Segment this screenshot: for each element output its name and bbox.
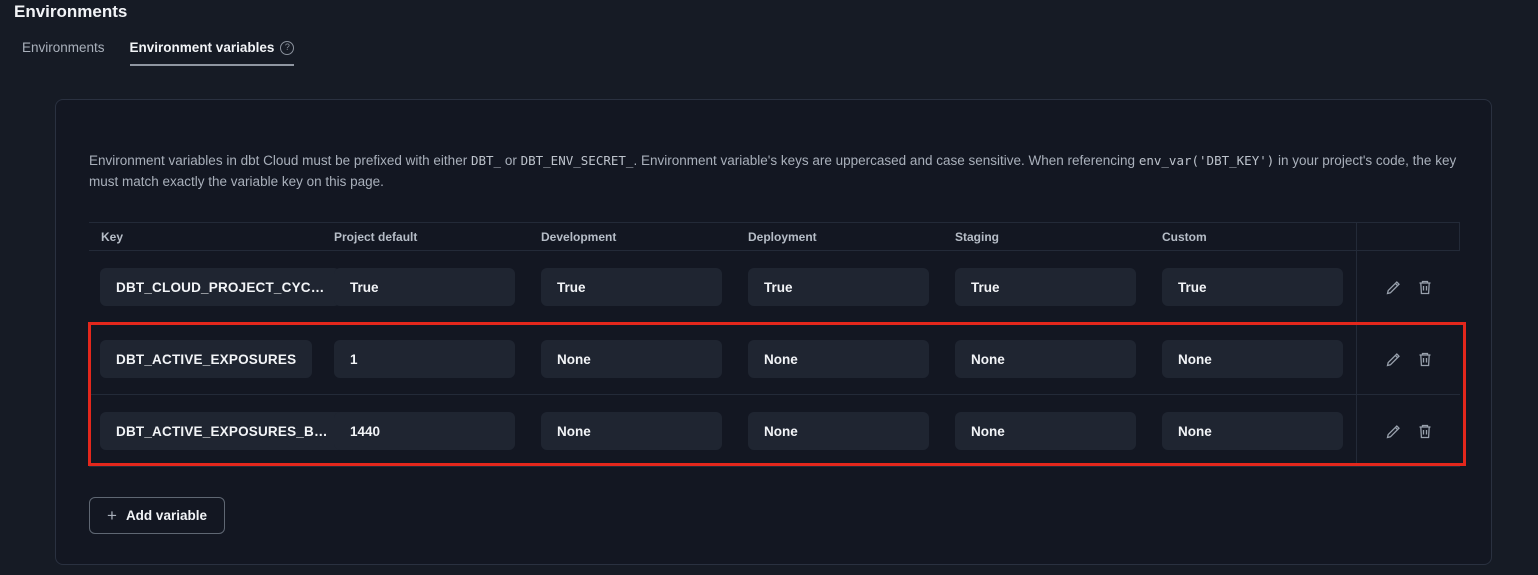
table-header-row: Key Project default Development Deployme… [89, 222, 1460, 251]
value-project-default[interactable]: 1440 [334, 412, 515, 450]
value-project-default[interactable]: 1 [334, 340, 515, 378]
plus-icon: + [107, 507, 117, 524]
value-staging[interactable]: True [955, 268, 1136, 306]
value-development[interactable]: None [541, 412, 722, 450]
add-variable-button[interactable]: + Add variable [89, 497, 225, 534]
code-env-var-example: env_var('DBT_KEY') [1139, 153, 1274, 168]
value-deployment[interactable]: True [748, 268, 929, 306]
env-vars-table: Key Project default Development Deployme… [89, 222, 1460, 467]
edit-pencil-icon[interactable] [1385, 423, 1402, 440]
header-deployment: Deployment [748, 230, 955, 244]
code-dbt-env-secret-prefix: DBT_ENV_SECRET_ [521, 153, 634, 168]
add-variable-label: Add variable [126, 508, 207, 523]
help-icon[interactable]: ? [280, 41, 294, 55]
table-body: DBT_CLOUD_PROJECT_CYC… True True True Tr… [89, 251, 1460, 467]
value-development[interactable]: True [541, 268, 722, 306]
tab-environment-variables-label: Environment variables [130, 40, 275, 55]
value-custom[interactable]: None [1162, 340, 1343, 378]
env-vars-card: Environment variables in dbt Cloud must … [55, 99, 1492, 565]
code-dbt-prefix: DBT_ [471, 153, 501, 168]
table-row: DBT_ACTIVE_EXPOSURES_B… 1440 None None N… [89, 395, 1460, 467]
value-staging[interactable]: None [955, 412, 1136, 450]
value-custom[interactable]: None [1162, 412, 1343, 450]
value-project-default[interactable]: True [334, 268, 515, 306]
header-staging: Staging [955, 230, 1162, 244]
page-title: Environments [14, 1, 127, 23]
tab-environment-variables[interactable]: Environment variables ? [130, 40, 295, 66]
edit-pencil-icon[interactable] [1385, 279, 1402, 296]
tab-environments-label: Environments [22, 40, 105, 55]
table-row: DBT_CLOUD_PROJECT_CYC… True True True Tr… [89, 251, 1460, 323]
value-development[interactable]: None [541, 340, 722, 378]
description-text: Environment variables in dbt Cloud must … [89, 150, 1461, 192]
trash-icon[interactable] [1417, 351, 1433, 368]
variable-key: DBT_ACTIVE_EXPOSURES_B… [100, 412, 344, 450]
edit-pencil-icon[interactable] [1385, 351, 1402, 368]
trash-icon[interactable] [1417, 423, 1433, 440]
header-custom: Custom [1162, 230, 1356, 244]
header-key: Key [89, 230, 334, 244]
trash-icon[interactable] [1417, 279, 1433, 296]
value-deployment[interactable]: None [748, 412, 929, 450]
table-row: DBT_ACTIVE_EXPOSURES 1 None None None No… [89, 323, 1460, 395]
tab-bar: Environments Environment variables ? [22, 40, 294, 66]
environments-page: Environments Environments Environment va… [0, 0, 1538, 575]
header-project-default: Project default [334, 230, 541, 244]
variable-key: DBT_CLOUD_PROJECT_CYC… [100, 268, 340, 306]
value-staging[interactable]: None [955, 340, 1136, 378]
value-custom[interactable]: True [1162, 268, 1343, 306]
value-deployment[interactable]: None [748, 340, 929, 378]
header-development: Development [541, 230, 748, 244]
header-actions [1356, 223, 1460, 250]
tab-environments[interactable]: Environments [22, 40, 105, 66]
variable-key: DBT_ACTIVE_EXPOSURES [100, 340, 312, 378]
